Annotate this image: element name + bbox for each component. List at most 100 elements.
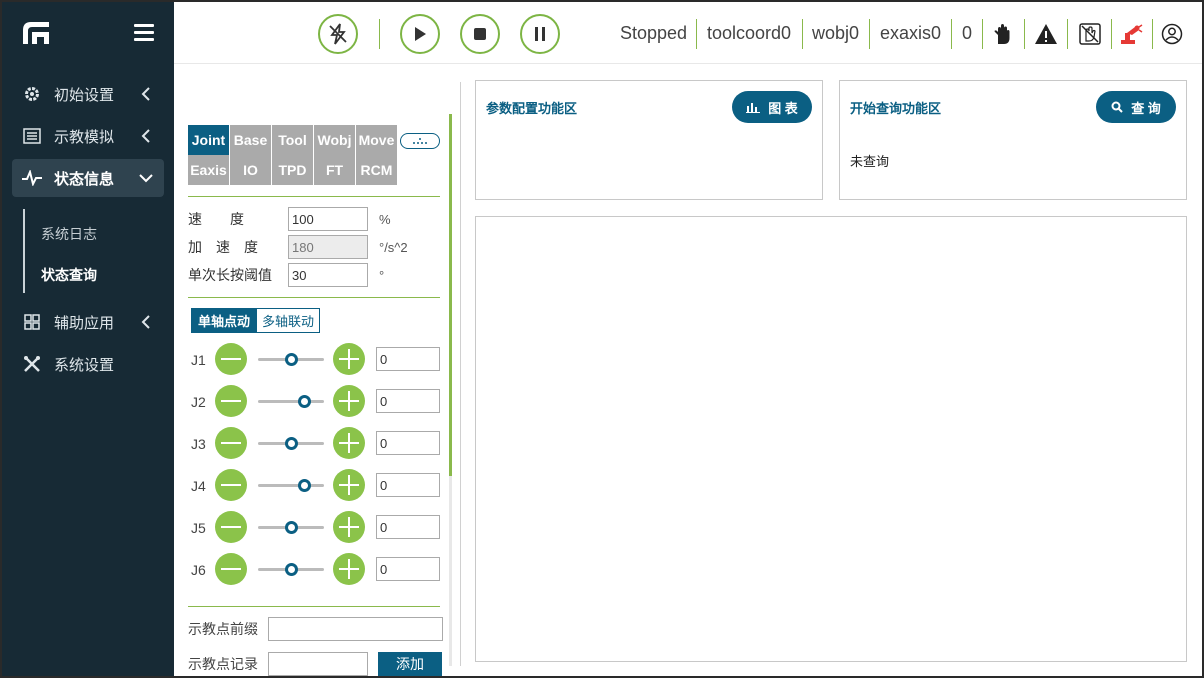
divider [1024, 19, 1025, 49]
joint-plus-button[interactable] [333, 385, 365, 417]
prefix-label: 示教点前缀 [188, 621, 258, 637]
joint-plus-button[interactable] [333, 511, 365, 543]
pulse-icon [22, 168, 42, 188]
speed-input[interactable] [288, 207, 368, 231]
joint-minus-button[interactable] [215, 553, 247, 585]
joint-slider-handle[interactable] [285, 437, 298, 450]
joint-minus-button[interactable] [215, 343, 247, 375]
joint-label: J6 [191, 562, 206, 578]
joint-minus-button[interactable] [215, 385, 247, 417]
search-icon [1111, 101, 1123, 113]
joint-row: J6 [188, 553, 440, 587]
jog-control-panel: Joint Base Tool Wobj Move Eaxis IO TPD F… [188, 114, 444, 676]
subnav-item-status-query[interactable]: 状态查询 [41, 265, 97, 285]
tab-tool[interactable]: Tool [272, 125, 313, 155]
joint-slider-handle[interactable] [285, 563, 298, 576]
joint-slider-track[interactable] [258, 400, 324, 403]
tab-eaxis[interactable]: Eaxis [188, 155, 229, 185]
record-label: 示教点记录 [188, 656, 258, 672]
grid-icon [22, 312, 42, 332]
joint-slider-handle[interactable] [285, 521, 298, 534]
sidebar-item-aux-apps[interactable]: 辅助应用 [12, 303, 164, 341]
stop-button[interactable] [460, 14, 500, 54]
prefix-input[interactable] [268, 617, 443, 641]
run-status: Stopped [620, 23, 688, 43]
single-axis-jog-button[interactable]: 单轴点动 [191, 308, 257, 333]
tool-coord[interactable]: toolcoord0 [707, 23, 791, 44]
multi-axis-button[interactable]: 多轴联动 [256, 308, 320, 333]
sidebar-item-system-settings[interactable]: 系统设置 [12, 345, 164, 383]
joint-minus-button[interactable] [215, 469, 247, 501]
pause-button[interactable] [520, 14, 560, 54]
tab-base[interactable]: Base [230, 125, 271, 155]
joint-value-input[interactable] [376, 431, 440, 455]
robot-arm-icon[interactable] [1119, 22, 1143, 46]
joint-row: J1 [188, 343, 440, 377]
joint-label: J1 [191, 352, 206, 368]
joint-value-input[interactable] [376, 515, 440, 539]
joint-value-input[interactable] [376, 557, 440, 581]
external-axis[interactable]: exaxis0 [880, 23, 941, 44]
tab-tpd[interactable]: TPD [272, 155, 313, 185]
divider [188, 606, 440, 607]
config-card: 参数配置功能区 图 表 [475, 80, 823, 200]
acceleration-row: 加 速 度 °/s^2 [188, 235, 408, 259]
sidebar-item-initial-settings[interactable]: 初始设置 [12, 75, 164, 113]
subnav-item-system-log[interactable]: 系统日志 [41, 224, 97, 244]
tab-wobj[interactable]: Wobj [314, 125, 355, 155]
play-button[interactable] [400, 14, 440, 54]
query-status: 未查询 [850, 154, 890, 169]
joint-value-input[interactable] [376, 389, 440, 413]
panel-divider [460, 82, 461, 666]
joint-slider-track[interactable] [258, 484, 324, 487]
stop-icon [474, 28, 486, 40]
tab-joint[interactable]: Joint [188, 125, 229, 155]
record-input[interactable] [268, 652, 368, 676]
tab-io[interactable]: IO [230, 155, 271, 185]
speed-row: 速 度 % [188, 207, 391, 231]
chart-button[interactable]: 图 表 [732, 91, 812, 123]
joint-slider-handle[interactable] [298, 395, 312, 408]
hand-disabled-icon[interactable] [1078, 22, 1102, 46]
joint-slider-handle[interactable] [298, 479, 312, 492]
menu-toggle-icon[interactable] [134, 24, 154, 42]
work-object[interactable]: wobj0 [812, 23, 859, 44]
joint-slider-handle[interactable] [285, 353, 298, 366]
panel-scrollbar[interactable] [449, 114, 452, 476]
threshold-input[interactable] [288, 263, 368, 287]
joint-plus-button[interactable] [333, 427, 365, 459]
joint-label: J2 [191, 394, 206, 410]
hand-drag-icon[interactable] [990, 22, 1014, 46]
panel-toggle-switch[interactable] [400, 133, 440, 149]
tab-move[interactable]: Move [356, 125, 397, 155]
query-button[interactable]: 查 询 [1096, 91, 1176, 123]
divider [869, 19, 870, 49]
joint-value-input[interactable] [376, 347, 440, 371]
joint-minus-button[interactable] [215, 427, 247, 459]
user-account-icon[interactable] [1160, 22, 1184, 46]
chevron-left-icon [138, 314, 154, 330]
divider [1111, 19, 1112, 49]
sidebar: 初始设置 示教模拟 状态信息 系统日志 状态查询 辅助应用 系统设置 [2, 2, 174, 676]
divider [951, 19, 952, 49]
prefix-row: 示教点前缀 [188, 617, 443, 641]
top-toolbar: Stopped toolcoord0 wobj0 exaxis0 0 [174, 2, 1202, 64]
results-area [475, 216, 1187, 662]
divider [802, 19, 803, 49]
sidebar-item-status-info[interactable]: 状态信息 [12, 159, 164, 197]
joint-plus-button[interactable] [333, 469, 365, 501]
add-button[interactable]: 添加 [378, 652, 442, 676]
tab-rcm[interactable]: RCM [356, 155, 397, 185]
gear-icon [22, 84, 42, 104]
power-toggle-button[interactable] [318, 14, 358, 54]
query-card: 开始查询功能区 查 询 未查询 [839, 80, 1187, 200]
joint-value-input[interactable] [376, 473, 440, 497]
tab-ft[interactable]: FT [314, 155, 355, 185]
joint-plus-button[interactable] [333, 553, 365, 585]
joint-minus-button[interactable] [215, 511, 247, 543]
warning-icon[interactable] [1034, 22, 1058, 46]
joint-plus-button[interactable] [333, 343, 365, 375]
acceleration-unit: °/s^2 [379, 239, 408, 255]
sidebar-item-teach-simulation[interactable]: 示教模拟 [12, 117, 164, 155]
pause-icon [535, 27, 545, 41]
